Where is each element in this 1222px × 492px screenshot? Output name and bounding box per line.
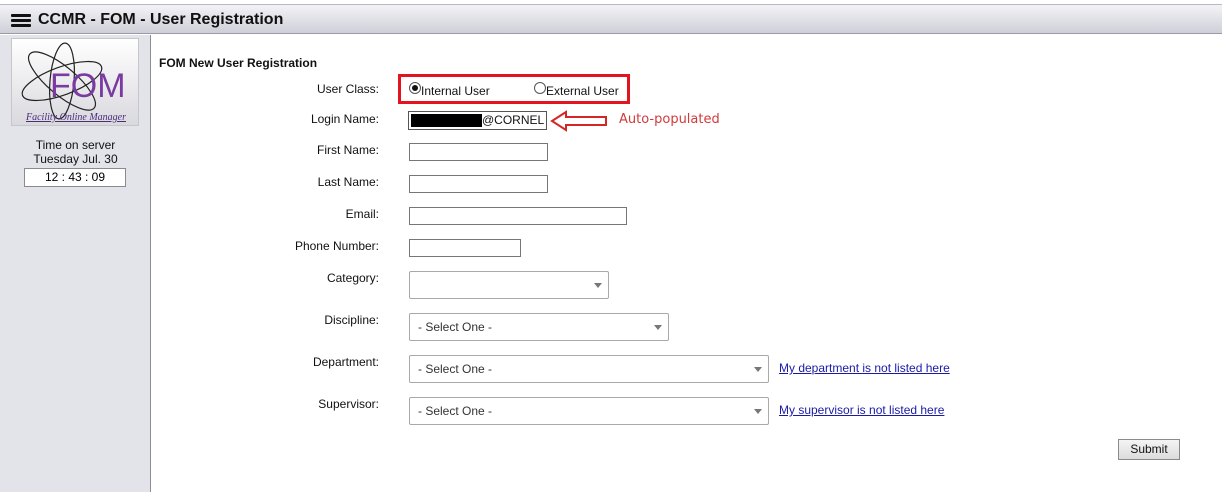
last-name-label: Last Name: xyxy=(317,175,379,189)
chevron-down-icon xyxy=(754,367,762,372)
category-select[interactable] xyxy=(409,271,609,299)
menu-icon[interactable] xyxy=(11,14,31,27)
category-label: Category: xyxy=(326,271,379,285)
supervisor-label: Supervisor: xyxy=(318,397,379,411)
sidebar: FOM Facility Online Manager Time on serv… xyxy=(0,35,151,492)
last-name-input[interactable] xyxy=(409,175,548,193)
chevron-down-icon xyxy=(754,409,762,414)
internal-user-radio[interactable] xyxy=(409,82,421,94)
supervisor-value: - Select One - xyxy=(418,404,493,418)
department-not-listed-link[interactable]: My department is not listed here xyxy=(779,361,950,375)
department-label: Department: xyxy=(312,355,379,369)
auto-populated-annotation: Auto-populated xyxy=(619,112,720,127)
department-value: - Select One - xyxy=(418,362,493,376)
top-bar: CCMR - FOM - User Registration xyxy=(0,4,1222,34)
email-input[interactable] xyxy=(409,207,627,225)
redacted-username xyxy=(411,114,482,127)
arrow-left-icon xyxy=(550,110,607,132)
login-name-label: Login Name: xyxy=(310,112,379,126)
phone-label: Phone Number: xyxy=(294,239,379,253)
external-user-label[interactable]: External User xyxy=(546,84,619,98)
discipline-select[interactable]: - Select One - xyxy=(409,313,669,341)
external-user-radio[interactable] xyxy=(534,82,546,94)
logo-text: FOM xyxy=(50,67,126,105)
first-name-label: First Name: xyxy=(316,143,379,157)
user-class-label: User Class: xyxy=(316,82,379,96)
supervisor-not-listed-link[interactable]: My supervisor is not listed here xyxy=(779,403,944,417)
first-name-input[interactable] xyxy=(409,143,548,161)
login-domain-suffix: @CORNEL xyxy=(482,113,545,127)
form-title: FOM New User Registration xyxy=(159,56,318,70)
supervisor-select[interactable]: - Select One - xyxy=(409,397,769,425)
discipline-value: - Select One - xyxy=(418,320,493,334)
department-select[interactable]: - Select One - xyxy=(409,355,769,383)
user-class-highlight-box: Internal User External User xyxy=(398,74,630,104)
page-title: CCMR - FOM - User Registration xyxy=(38,11,284,28)
server-clock: 12 : 43 : 09 xyxy=(24,168,126,187)
login-name-field[interactable]: @CORNEL xyxy=(408,111,547,130)
phone-input[interactable] xyxy=(409,239,521,257)
chevron-down-icon xyxy=(594,283,602,288)
internal-user-label[interactable]: Internal User xyxy=(421,84,490,98)
discipline-label: Discipline: xyxy=(324,313,379,327)
chevron-down-icon xyxy=(654,325,662,330)
email-label: Email: xyxy=(345,207,379,221)
submit-button[interactable]: Submit xyxy=(1118,439,1180,460)
